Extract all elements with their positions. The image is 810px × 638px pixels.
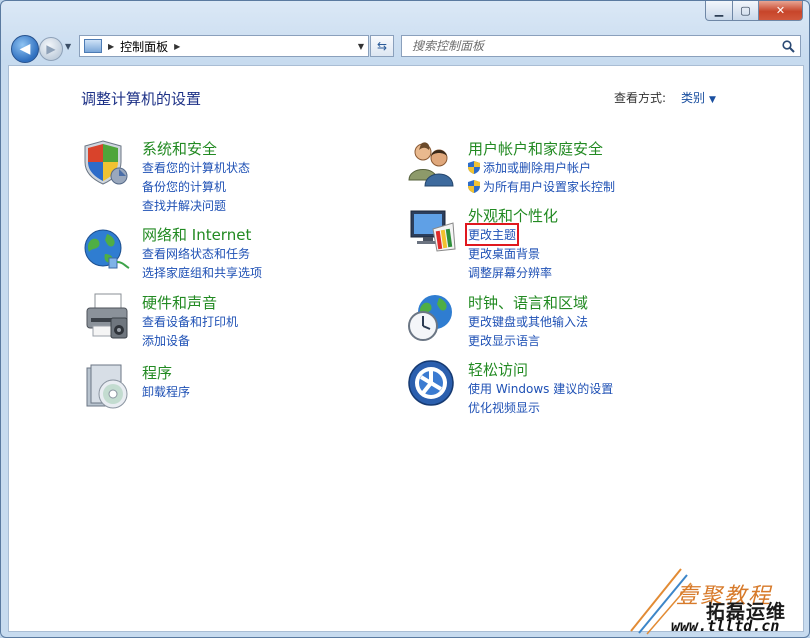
display-palette-icon[interactable] xyxy=(407,205,457,255)
links-hardware: 查看设备和打印机 添加设备 xyxy=(142,312,238,350)
breadcrumb-separator-icon[interactable]: ▶ xyxy=(108,42,114,51)
link-adjust-resolution[interactable]: 调整屏幕分辨率 xyxy=(468,263,552,282)
link-backup-computer[interactable]: 备份您的计算机 xyxy=(142,177,250,196)
link-change-desktop-background[interactable]: 更改桌面背景 xyxy=(468,244,552,263)
close-button[interactable]: ✕ xyxy=(759,1,803,21)
address-dropdown-icon[interactable]: ▼ xyxy=(358,42,364,51)
link-change-theme[interactable]: 更改主题 xyxy=(464,223,552,246)
category-appearance: 外观和个性化 更改主题 更改桌面背景 调整屏幕分辨率 xyxy=(407,205,787,280)
links-network: 查看网络状态和任务 选择家庭组和共享选项 xyxy=(142,244,262,282)
link-view-computer-status[interactable]: 查看您的计算机状态 xyxy=(142,158,250,177)
category-title-ease[interactable]: 轻松访问 xyxy=(468,359,528,380)
watermark-url: www.tlltd.cn xyxy=(671,617,780,635)
content-pane: 调整计算机的设置 查看方式: 类别 ▼ 系统和安全 查看您的计算机状态 备份您的计… xyxy=(8,65,804,632)
link-devices-printers[interactable]: 查看设备和打印机 xyxy=(142,312,238,331)
link-troubleshoot[interactable]: 查找并解决问题 xyxy=(142,196,250,215)
link-add-remove-accounts[interactable]: 添加或删除用户帐户 xyxy=(468,158,615,177)
address-bar[interactable]: ▶ 控制面板 ▶ ▼ xyxy=(79,35,369,57)
category-hardware-sound: 硬件和声音 查看设备和打印机 添加设备 xyxy=(81,292,371,352)
page-title: 调整计算机的设置 xyxy=(81,90,202,108)
view-by-dropdown[interactable]: 类别 ▼ xyxy=(681,89,716,106)
highlighted-change-theme[interactable]: 更改主题 xyxy=(464,223,520,246)
category-title-network[interactable]: 网络和 Internet xyxy=(142,224,251,245)
links-users: 添加或删除用户帐户 为所有用户设置家长控制 xyxy=(468,158,615,196)
link-change-display-language[interactable]: 更改显示语言 xyxy=(468,331,588,350)
links-ease: 使用 Windows 建议的设置 优化视频显示 xyxy=(468,379,613,417)
category-title-appearance[interactable]: 外观和个性化 xyxy=(468,205,558,226)
category-title-users[interactable]: 用户帐户和家庭安全 xyxy=(468,138,603,159)
category-title-programs[interactable]: 程序 xyxy=(142,362,172,383)
arrow-left-icon: ◀ xyxy=(19,41,31,57)
maximize-button[interactable]: ▢ xyxy=(733,1,759,21)
control-panel-window: ▁ ▢ ✕ ◀ ▶ ▼ ▶ 控制面板 ▶ ▼ ⇆ 调整计算机的设置 查看方式: … xyxy=(0,0,810,638)
uac-shield-icon xyxy=(468,161,480,174)
breadcrumb-separator-icon[interactable]: ▶ xyxy=(174,42,180,51)
links-appearance: 更改主题 更改桌面背景 调整屏幕分辨率 xyxy=(464,223,552,282)
category-clock-language: 时钟、语言和区域 更改键盘或其他输入法 更改显示语言 xyxy=(407,292,787,352)
search-input[interactable] xyxy=(410,38,780,54)
category-programs: 程序 卸载程序 xyxy=(81,362,371,412)
view-by-label: 查看方式: xyxy=(614,91,667,105)
link-network-status[interactable]: 查看网络状态和任务 xyxy=(142,244,262,263)
category-title-hardware[interactable]: 硬件和声音 xyxy=(142,292,217,313)
category-ease-of-access: 轻松访问 使用 Windows 建议的设置 优化视频显示 xyxy=(407,359,787,419)
link-optimize-visual[interactable]: 优化视频显示 xyxy=(468,398,613,417)
link-uninstall-program[interactable]: 卸载程序 xyxy=(142,382,190,401)
category-user-accounts: 用户帐户和家庭安全 添加或删除用户帐户 为所有用户设置家长控制 xyxy=(407,138,787,198)
link-parental-controls-label: 为所有用户设置家长控制 xyxy=(483,180,616,194)
refresh-button[interactable]: ⇆ xyxy=(370,35,394,57)
chevron-down-icon: ▼ xyxy=(709,95,716,105)
navigation-toolbar: ◀ ▶ ▼ ▶ 控制面板 ▶ ▼ ⇆ xyxy=(1,29,809,65)
category-title-clock[interactable]: 时钟、语言和区域 xyxy=(468,292,588,313)
clock-globe-icon[interactable] xyxy=(407,292,457,342)
link-recommended-settings[interactable]: 使用 Windows 建议的设置 xyxy=(468,379,613,398)
category-title-system[interactable]: 系统和安全 xyxy=(142,138,217,159)
refresh-icon: ⇆ xyxy=(376,39,388,53)
link-homegroup-sharing[interactable]: 选择家庭组和共享选项 xyxy=(142,263,262,282)
links-programs: 卸载程序 xyxy=(142,382,190,401)
category-network-internet: 网络和 Internet 查看网络状态和任务 选择家庭组和共享选项 xyxy=(81,224,371,284)
breadcrumb-control-panel[interactable]: 控制面板 xyxy=(120,38,168,55)
users-icon[interactable] xyxy=(407,138,457,188)
minimize-button[interactable]: ▁ xyxy=(705,1,733,21)
printer-icon[interactable] xyxy=(81,292,131,342)
recent-pages-dropdown[interactable]: ▼ xyxy=(65,42,71,51)
back-button[interactable]: ◀ xyxy=(11,35,39,63)
system-security-icon[interactable] xyxy=(81,138,131,188)
control-panel-icon xyxy=(84,39,102,53)
forward-button[interactable]: ▶ xyxy=(39,37,63,61)
arrow-right-icon: ▶ xyxy=(46,42,56,56)
search-box xyxy=(401,35,801,57)
uac-shield-icon xyxy=(468,180,480,193)
category-system-security: 系统和安全 查看您的计算机状态 备份您的计算机 查找并解决问题 xyxy=(81,138,371,213)
caption-buttons: ▁ ▢ ✕ xyxy=(705,1,803,21)
programs-disc-icon[interactable] xyxy=(81,362,131,412)
link-add-remove-accounts-label: 添加或删除用户帐户 xyxy=(483,161,592,175)
link-parental-controls[interactable]: 为所有用户设置家长控制 xyxy=(468,177,615,196)
view-by-value: 类别 xyxy=(681,91,706,105)
ease-of-access-icon[interactable] xyxy=(407,359,457,409)
links-system: 查看您的计算机状态 备份您的计算机 查找并解决问题 xyxy=(142,158,250,215)
links-clock: 更改键盘或其他输入法 更改显示语言 xyxy=(468,312,588,350)
link-change-keyboard[interactable]: 更改键盘或其他输入法 xyxy=(468,312,588,331)
search-icon[interactable] xyxy=(780,38,796,54)
link-add-device[interactable]: 添加设备 xyxy=(142,331,238,350)
network-globe-icon[interactable] xyxy=(81,224,131,274)
